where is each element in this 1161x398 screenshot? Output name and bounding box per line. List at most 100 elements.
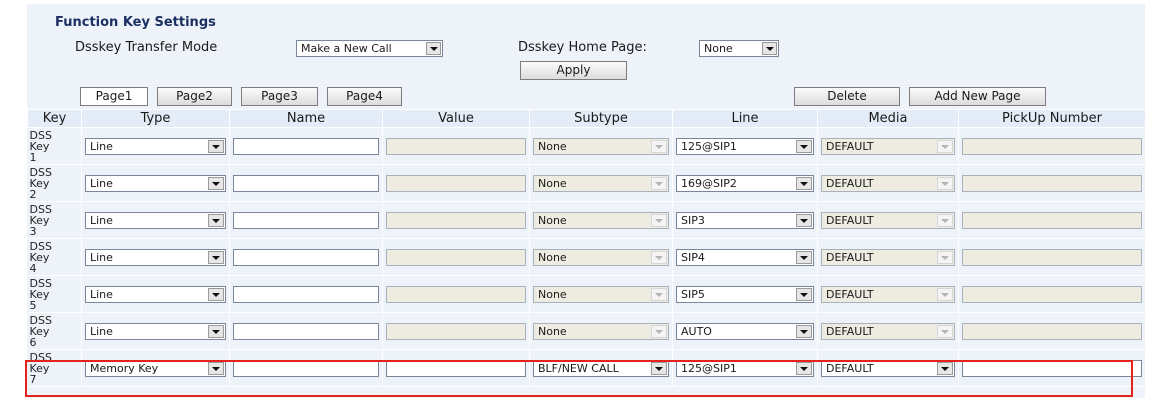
type-value: Line [90,288,113,301]
line-value: 125@SIP1 [681,140,737,153]
media-value: DEFAULT [826,214,874,227]
media-select: DEFAULT [821,175,955,192]
pickup-number-input [962,249,1142,266]
line-select[interactable]: SIP4 [676,249,814,266]
subtype-select[interactable]: BLF/NEW CALL [533,360,669,377]
chevron-down-icon [937,140,953,153]
chevron-down-icon [208,325,224,338]
line-select[interactable]: 125@SIP1 [676,360,814,377]
line-select[interactable]: SIP3 [676,212,814,229]
column-header-type: Type [81,109,230,128]
chevron-down-icon [796,362,812,375]
table-header-row: Key Type Name Value Subtype Line Media P… [27,109,1146,128]
subtype-value: BLF/NEW CALL [538,362,619,375]
table-row: DSS Key 2 Line None 169@SIP2 DEFAULT [27,164,1146,202]
chevron-down-icon [651,325,667,338]
value-input[interactable] [386,360,526,377]
name-input[interactable] [233,175,379,192]
home-page-value: None [704,42,733,55]
pickup-number-input [962,175,1142,192]
media-select: DEFAULT [821,212,955,229]
name-input[interactable] [233,249,379,266]
name-input[interactable] [233,286,379,303]
name-input[interactable] [233,138,379,155]
line-select[interactable]: 169@SIP2 [676,175,814,192]
media-value: DEFAULT [826,177,874,190]
type-value: Line [90,251,113,264]
value-input [386,323,526,340]
key-label-line2: Key [29,287,50,301]
page-tab-3[interactable]: Page3 [241,87,318,106]
subtype-select: None [533,138,669,155]
column-header-name: Name [229,109,383,128]
key-label-line2: Key [29,324,50,338]
key-label-line2: Key [29,213,50,227]
chevron-down-icon [208,214,224,227]
type-select[interactable]: Line [85,249,226,266]
media-value: DEFAULT [826,140,874,153]
pickup-number-input [962,323,1142,340]
pickup-number-input [962,138,1142,155]
name-input[interactable] [233,360,379,377]
page-tab-2[interactable]: Page2 [157,87,232,106]
media-value: DEFAULT [826,288,874,301]
subtype-select: None [533,249,669,266]
table-row: DSS Key 3 Line None SIP3 DEFAULT [27,201,1146,239]
media-select: DEFAULT [821,249,955,266]
pickup-number-input [962,212,1142,229]
page-tab-4[interactable]: Page4 [327,87,402,106]
name-input[interactable] [233,212,379,229]
subtype-value: None [538,214,567,227]
type-value: Line [90,325,113,338]
line-value: 169@SIP2 [681,177,737,190]
column-header-subtype: Subtype [529,109,673,128]
type-select[interactable]: Line [85,175,226,192]
type-select[interactable]: Memory Key [85,360,226,377]
subtype-value: None [538,140,567,153]
type-select[interactable]: Line [85,212,226,229]
chevron-down-icon [208,251,224,264]
line-select[interactable]: SIP5 [676,286,814,303]
chevron-down-icon [651,214,667,227]
column-header-line: Line [672,109,818,128]
chevron-down-icon [937,288,953,301]
home-page-select[interactable]: None [699,40,779,57]
key-cell: DSS Key 3 [27,201,82,239]
chevron-down-icon [937,214,953,227]
table-row: DSS Key 5 Line None SIP5 DEFAULT [27,275,1146,313]
name-input[interactable] [233,323,379,340]
key-cell: DSS Key 7 [27,349,82,387]
subtype-value: None [538,288,567,301]
key-label-line2: Key [29,139,50,153]
line-select[interactable]: AUTO [676,323,814,340]
add-new-page-button[interactable]: Add New Page [909,87,1046,106]
transfer-mode-value: Make a New Call [301,42,392,55]
table-row: DSS Key 6 Line None AUTO DEFAULT [27,312,1146,350]
type-select[interactable]: Line [85,286,226,303]
subtype-value: None [538,177,567,190]
delete-page-button[interactable]: Delete [794,87,900,106]
chevron-down-icon [208,140,224,153]
page-tab-1[interactable]: Page1 [80,87,148,106]
key-label-line1: DSS [29,128,52,142]
line-select[interactable]: 125@SIP1 [676,138,814,155]
table-row: DSS Key 7 Memory Key BLF/NEW CALL 125@SIP1 DEF… [27,349,1146,387]
chevron-down-icon [796,140,812,153]
apply-button[interactable]: Apply [520,61,627,80]
chevron-down-icon [426,42,441,55]
type-select[interactable]: Line [85,323,226,340]
key-label-number: 1 [29,150,37,164]
key-label-line2: Key [29,361,50,375]
type-select[interactable]: Line [85,138,226,155]
value-input [386,212,526,229]
pickup-number-input[interactable] [962,360,1142,377]
transfer-mode-select[interactable]: Make a New Call [296,40,443,57]
key-label-number: 6 [29,335,37,349]
column-header-pickup-number: PickUp Number [958,109,1146,128]
media-select: DEFAULT [821,323,955,340]
type-value: Memory Key [90,362,159,375]
media-value: DEFAULT [826,251,874,264]
media-select[interactable]: DEFAULT [821,360,955,377]
media-value: DEFAULT [826,325,874,338]
chevron-down-icon [762,42,777,55]
